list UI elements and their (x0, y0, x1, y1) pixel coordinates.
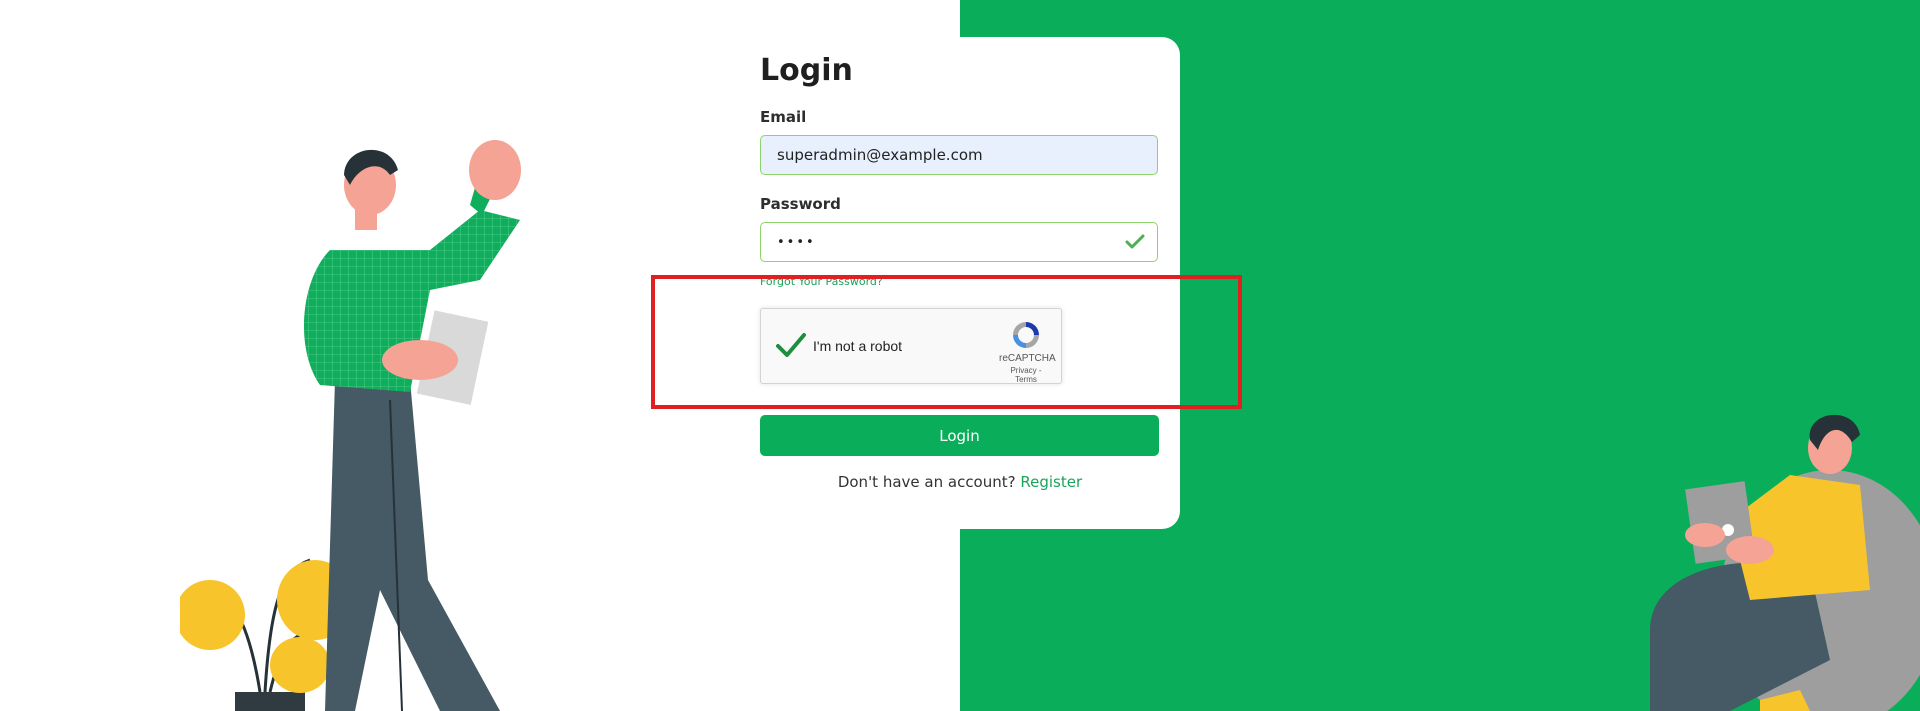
recaptcha-logo-icon (1013, 322, 1039, 348)
email-label: Email (760, 108, 807, 126)
forgot-password-link[interactable]: Forgot Your Password? (760, 275, 883, 288)
password-value: •••• (777, 234, 816, 250)
recaptcha-checkbox-check-icon[interactable] (775, 329, 807, 361)
recaptcha-brand: reCAPTCHA (999, 353, 1056, 364)
email-value: superadmin@example.com (777, 146, 983, 164)
recaptcha-logo: reCAPTCHA Privacy - Terms (999, 319, 1056, 384)
no-account-text: Don't have an account? (837, 473, 1016, 491)
email-field[interactable]: superadmin@example.com (760, 135, 1158, 175)
login-card: Login Email superadmin@example.com Passw… (740, 37, 1180, 529)
recaptcha-widget: I'm not a robot reCAPTCHA Privacy - Term… (760, 308, 1062, 384)
recaptcha-terms-link[interactable]: Terms (1015, 375, 1037, 384)
password-label: Password (760, 195, 841, 213)
recaptcha-links: Privacy - Terms (999, 366, 1053, 384)
password-field[interactable]: •••• (760, 222, 1158, 262)
recaptcha-label: I'm not a robot (813, 338, 903, 354)
man-sitting-illustration (1650, 414, 1920, 711)
check-icon (1125, 234, 1145, 249)
recaptcha-link-separator: - (1036, 366, 1042, 375)
page-title: Login (760, 53, 853, 88)
register-prompt: Don't have an account? Register (760, 473, 1160, 491)
man-standing-illustration (180, 140, 521, 711)
register-link[interactable]: Register (1020, 473, 1082, 491)
recaptcha-privacy-link[interactable]: Privacy (1010, 366, 1036, 375)
login-button[interactable]: Login (760, 415, 1159, 456)
